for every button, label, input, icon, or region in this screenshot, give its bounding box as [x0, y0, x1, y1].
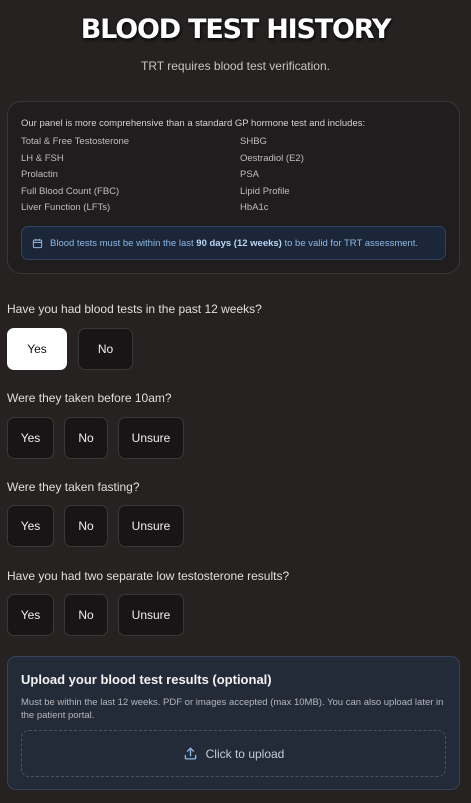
q2-yes-button[interactable]: Yes — [7, 417, 54, 459]
test-item: SHBG — [240, 136, 267, 147]
q3-no-button[interactable]: No — [64, 505, 108, 547]
notice-text-end: to be valid for TRT assessment. — [281, 237, 419, 249]
validity-notice: Blood tests must be within the last 90 d… — [21, 226, 446, 260]
panel-test-list: Total & Free Testosterone SHBG LH & FSH … — [21, 136, 451, 214]
blood-panel-info-card: Our panel is more comprehensive than a s… — [7, 101, 460, 274]
q3-yes-button[interactable]: Yes — [7, 505, 54, 547]
page-title: BLOOD TEST HISTORY — [80, 14, 392, 45]
test-item: PSA — [240, 169, 260, 181]
upload-description: Must be within the last 12 weeks. PDF or… — [21, 697, 444, 721]
question-before-10am: Were they taken before 10am? — [7, 391, 172, 405]
upload-icon — [184, 747, 196, 760]
test-item: Oestradiol (E2) — [240, 152, 304, 164]
q4-no-button[interactable]: No — [64, 594, 108, 636]
question-fasting: Were they taken fasting? — [7, 480, 140, 494]
upload-card: Upload your blood test results (optional… — [7, 656, 460, 790]
test-item: LH & FSH — [21, 152, 64, 164]
q4-yes-button[interactable]: Yes — [7, 594, 54, 636]
q4-unsure-button[interactable]: Unsure — [118, 594, 184, 636]
test-item: Total & Free Testosterone — [21, 136, 130, 147]
upload-title: Upload your blood test results (optional… — [21, 672, 272, 687]
notice-text-start: Blood tests must be within the last — [50, 237, 197, 249]
calendar-icon — [32, 238, 43, 248]
q1-no-button[interactable]: No — [78, 328, 133, 370]
test-item: Lipid Profile — [240, 185, 290, 197]
upload-button-label: Click to upload — [205, 746, 285, 761]
test-item: Liver Function (LFTs) — [21, 202, 111, 214]
page-subtitle: TRT requires blood test verification. — [141, 59, 330, 73]
question-recent-tests: Have you had blood tests in the past 12 … — [7, 302, 262, 316]
test-item: Prolactin — [21, 169, 58, 181]
panel-intro: Our panel is more comprehensive than a s… — [21, 118, 366, 129]
q3-unsure-button[interactable]: Unsure — [118, 505, 184, 547]
page: BLOOD TEST HISTORY TRT requires blood te… — [0, 0, 471, 803]
q2-unsure-button[interactable]: Unsure — [118, 417, 184, 459]
notice-text-bold: 90 days (12 weeks) — [196, 237, 282, 249]
upload-dropzone[interactable]: Click to upload — [21, 730, 446, 777]
q2-no-button[interactable]: No — [64, 417, 108, 459]
q1-yes-button[interactable]: Yes — [7, 328, 67, 370]
test-item: Full Blood Count (FBC) — [21, 185, 120, 197]
test-item: HbA1c — [240, 202, 269, 214]
question-two-low-results: Have you had two separate low testostero… — [7, 569, 290, 583]
